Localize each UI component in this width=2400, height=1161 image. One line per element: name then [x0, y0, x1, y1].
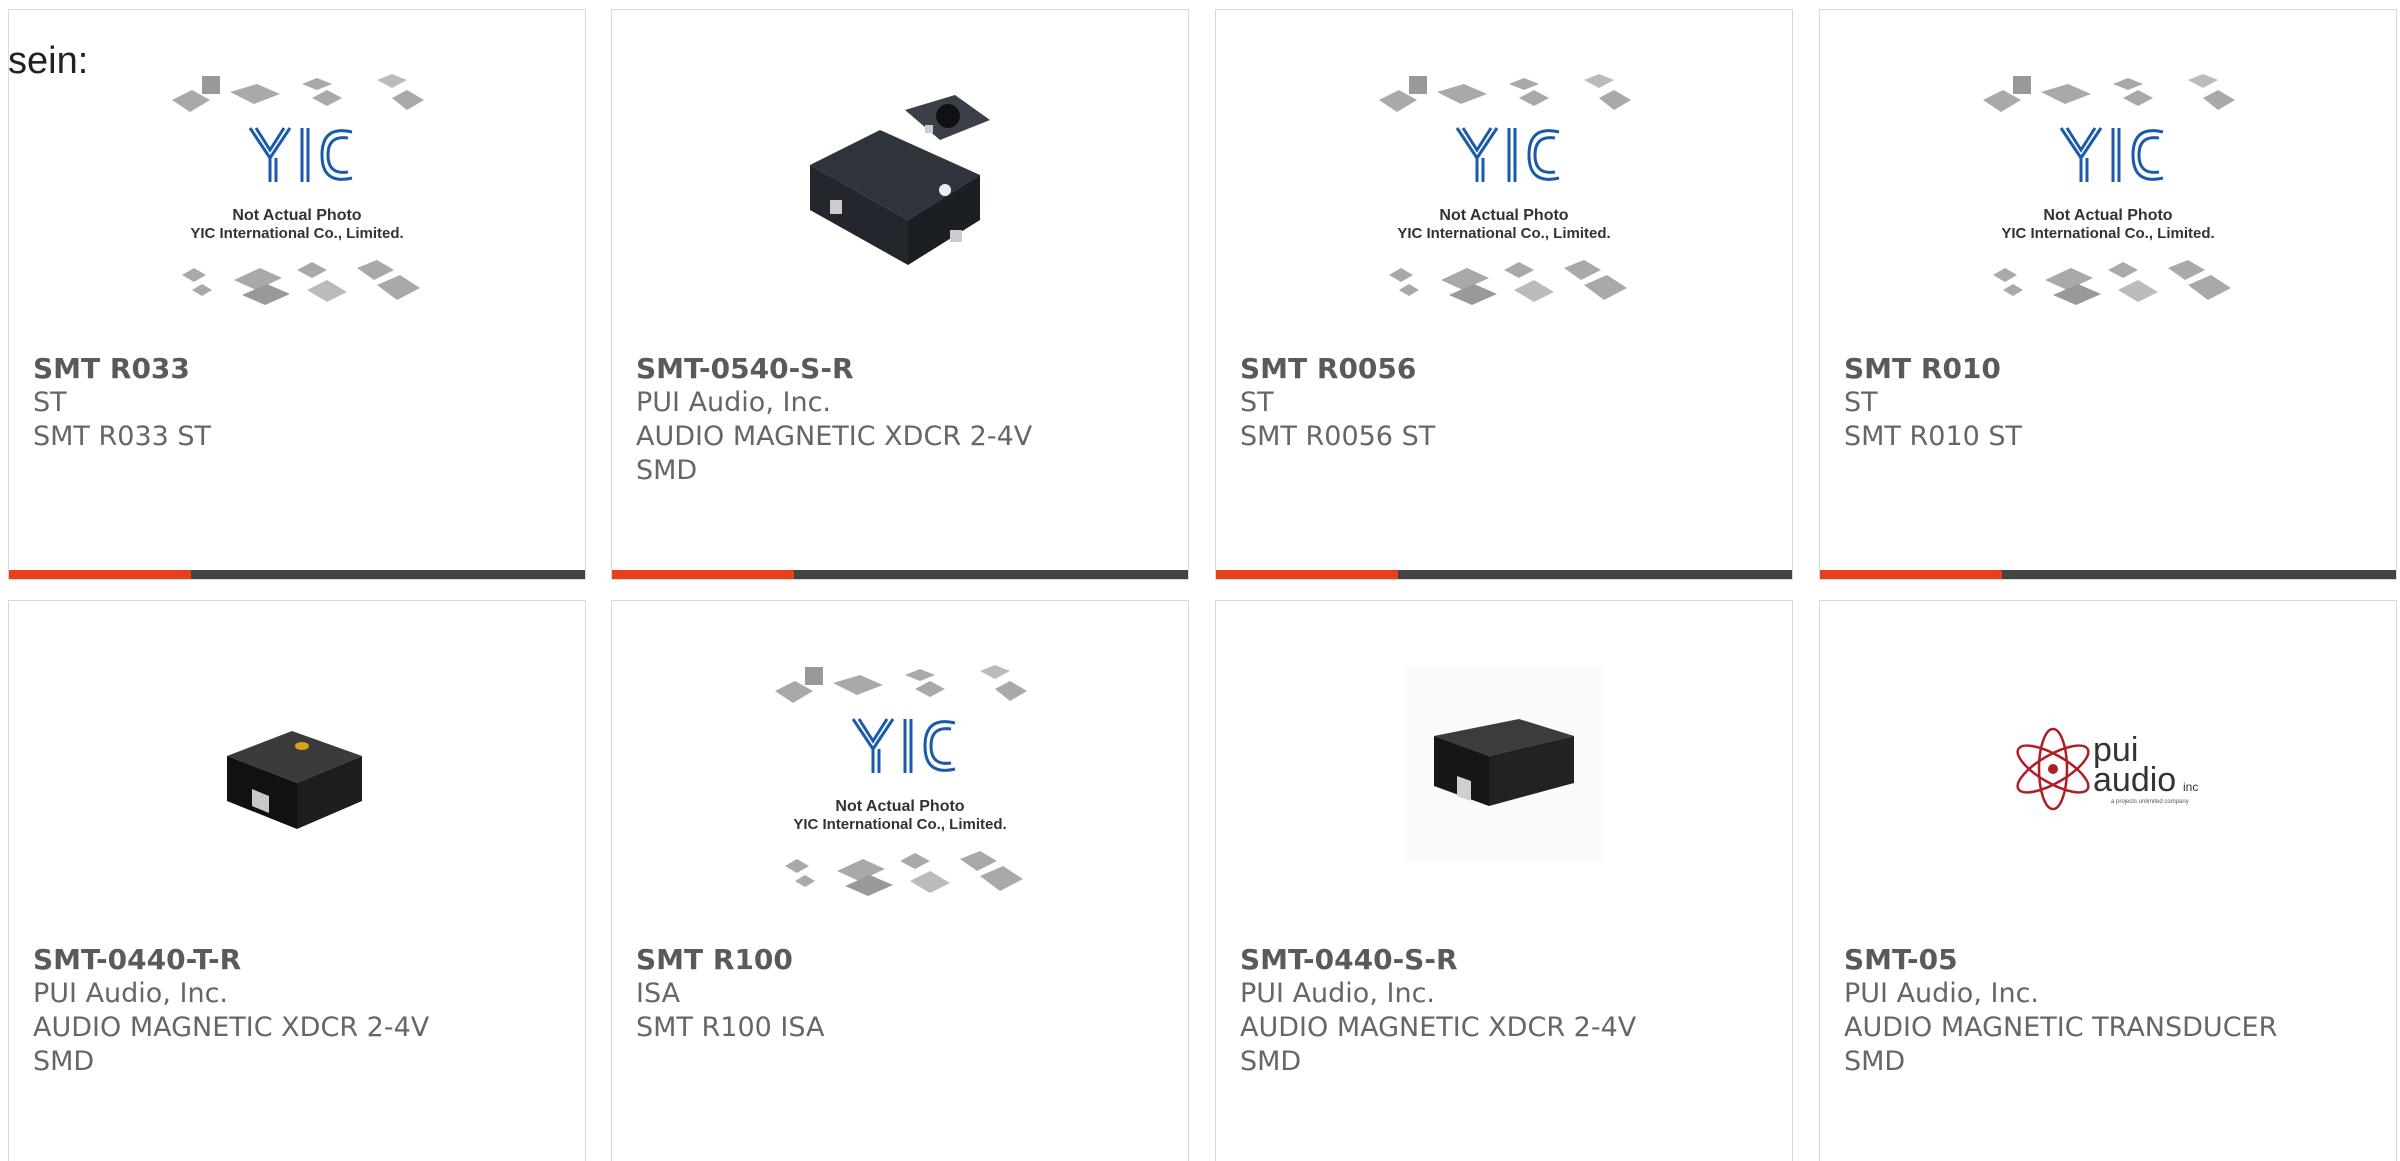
- part-number[interactable]: SMT-0540-S-R: [636, 352, 1168, 386]
- placeholder-image[interactable]: Not Actual Photo YIC International Co., …: [1820, 70, 2396, 360]
- section-heading: sein:: [8, 40, 89, 82]
- product-info: SMT R010 ST SMT R010 ST: [1844, 352, 2376, 454]
- placeholder-image[interactable]: Not Actual Photo YIC International Co., …: [1216, 70, 1792, 360]
- product-card[interactable]: SMT-0440-S-R PUI Audio, Inc. AUDIO MAGNE…: [1215, 600, 1793, 1161]
- placeholder-line2: YIC International Co., Limited.: [793, 816, 1006, 833]
- product-image[interactable]: [612, 70, 1188, 360]
- description: AUDIO MAGNETIC XDCR 2-4V: [1240, 1012, 1637, 1043]
- product-card[interactable]: SMT-0540-S-R PUI Audio, Inc. AUDIO MAGNE…: [611, 9, 1189, 580]
- product-card[interactable]: Not Actual Photo YIC International Co., …: [611, 600, 1189, 1161]
- card-bottom-bar: [9, 570, 585, 579]
- manufacturer: ST: [1844, 387, 1878, 418]
- description: AUDIO MAGNETIC XDCR 2-4V: [33, 1012, 430, 1043]
- part-number[interactable]: SMT R033: [33, 352, 565, 386]
- placeholder-line1: Not Actual Photo: [835, 798, 964, 815]
- placeholder-line1: Not Actual Photo: [2043, 207, 2172, 224]
- product-image[interactable]: [1216, 661, 1792, 951]
- description-2: SMD: [636, 455, 698, 486]
- logo-tagline: a projects unlimited company: [2111, 799, 2189, 805]
- product-card[interactable]: SMT-0440-T-R PUI Audio, Inc. AUDIO MAGNE…: [8, 600, 586, 1161]
- description-2: SMD: [1844, 1046, 1906, 1077]
- description: SMT R100 ISA: [636, 1012, 825, 1043]
- product-info: SMT R0056 ST SMT R0056 ST: [1240, 352, 1772, 454]
- product-info: SMT R033 ST SMT R033 ST: [33, 352, 565, 454]
- placeholder-line2: YIC International Co., Limited.: [2001, 225, 2214, 242]
- product-card[interactable]: pui audio inc a projects unlimited compa…: [1819, 600, 2397, 1161]
- description: SMT R010 ST: [1844, 421, 2023, 452]
- description-2: SMD: [1240, 1046, 1302, 1077]
- product-image[interactable]: [9, 661, 585, 951]
- manufacturer: PUI Audio, Inc.: [33, 978, 228, 1009]
- card-accent-bar: [9, 570, 191, 579]
- product-info: SMT-0440-T-R PUI Audio, Inc. AUDIO MAGNE…: [33, 943, 565, 1079]
- placeholder-line1: Not Actual Photo: [232, 207, 361, 224]
- part-number[interactable]: SMT R100: [636, 943, 1168, 977]
- placeholder-line2: YIC International Co., Limited.: [1397, 225, 1610, 242]
- smd-transducer-icon: [1404, 666, 1604, 861]
- part-number[interactable]: SMT-05: [1844, 943, 2376, 977]
- manufacturer: ISA: [636, 978, 681, 1009]
- product-info: SMT R100 ISA SMT R100 ISA: [636, 943, 1168, 1045]
- part-number[interactable]: SMT-0440-S-R: [1240, 943, 1772, 977]
- smd-buzzer-icon: [810, 95, 990, 265]
- description: AUDIO MAGNETIC TRANSDUCER: [1844, 1012, 2278, 1043]
- manufacturer: ST: [33, 387, 67, 418]
- placeholder-line2: YIC International Co., Limited.: [190, 225, 403, 242]
- manufacturer: ST: [1240, 387, 1274, 418]
- manufacturer: PUI Audio, Inc.: [1240, 978, 1435, 1009]
- product-info: SMT-0540-S-R PUI Audio, Inc. AUDIO MAGNE…: [636, 352, 1168, 488]
- logo-suffix: inc: [2183, 780, 2198, 794]
- part-number[interactable]: SMT R0056: [1240, 352, 1772, 386]
- product-card[interactable]: Not Actual Photo YIC International Co., …: [1215, 9, 1793, 580]
- description: SMT R0056 ST: [1240, 421, 1436, 452]
- product-card[interactable]: Not Actual Photo YIC International Co., …: [8, 9, 586, 580]
- product-card[interactable]: Not Actual Photo YIC International Co., …: [1819, 9, 2397, 580]
- card-bottom-bar: [612, 570, 1188, 579]
- product-info: SMT-0440-S-R PUI Audio, Inc. AUDIO MAGNE…: [1240, 943, 1772, 1079]
- card-bottom-bar: [1820, 570, 2396, 579]
- part-number[interactable]: SMT-0440-T-R: [33, 943, 565, 977]
- manufacturer: PUI Audio, Inc.: [636, 387, 831, 418]
- product-info: SMT-05 PUI Audio, Inc. AUDIO MAGNETIC TR…: [1844, 943, 2376, 1079]
- card-accent-bar: [1216, 570, 1398, 579]
- card-bottom-bar: [1216, 570, 1792, 579]
- description: AUDIO MAGNETIC XDCR 2-4V: [636, 421, 1033, 452]
- product-grid-page: sein: Not Actual Photo YIC International…: [0, 0, 2400, 1161]
- placeholder-image[interactable]: Not Actual Photo YIC International Co., …: [9, 70, 585, 360]
- logo-line2: audio: [2093, 761, 2176, 799]
- description: SMT R033 ST: [33, 421, 212, 452]
- part-number[interactable]: SMT R010: [1844, 352, 2376, 386]
- smd-transducer-icon: [227, 731, 362, 829]
- pui-audio-logo-icon: pui audio inc a projects unlimited compa…: [2016, 727, 2198, 811]
- placeholder-line1: Not Actual Photo: [1439, 207, 1568, 224]
- card-accent-bar: [612, 570, 794, 579]
- description-2: SMD: [33, 1046, 95, 1077]
- card-accent-bar: [1820, 570, 2002, 579]
- product-image[interactable]: pui audio inc a projects unlimited compa…: [1820, 661, 2396, 951]
- placeholder-image[interactable]: Not Actual Photo YIC International Co., …: [612, 661, 1188, 951]
- manufacturer: PUI Audio, Inc.: [1844, 978, 2039, 1009]
